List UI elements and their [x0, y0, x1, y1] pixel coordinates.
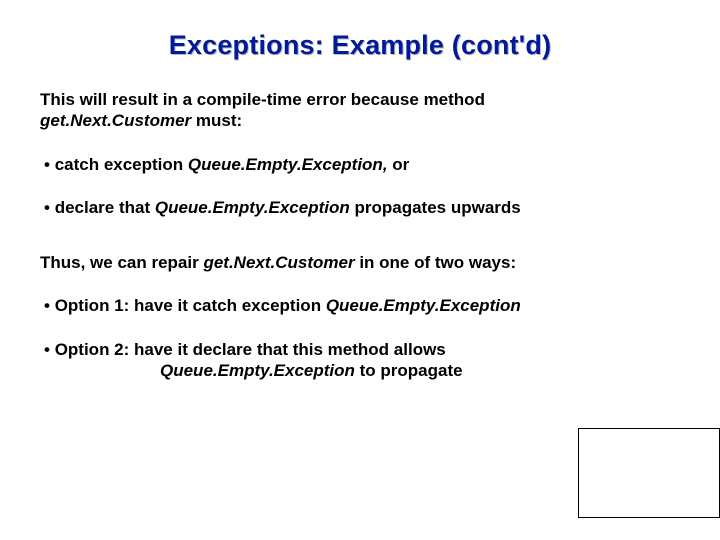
option-2: Option 2: have it declare that this meth… — [40, 339, 680, 382]
slide-title: Exceptions: Example (cont'd) — [40, 30, 680, 61]
intro-text-1: This will result in a compile-time error… — [40, 90, 485, 109]
bullet-dot-icon — [44, 155, 55, 174]
b2-post: propagates upwards — [350, 198, 521, 217]
b2-exception: Queue.Empty.Exception — [155, 198, 350, 217]
option-1: Option 1: have it catch exception Queue.… — [40, 295, 680, 316]
opt2-post: to propagate — [355, 361, 463, 380]
b1-post: or — [388, 155, 410, 174]
b1-exception: Queue.Empty.Exception, — [188, 155, 388, 174]
opt2-line1: Option 2: have it declare that this meth… — [55, 340, 446, 359]
opt2-line2-wrap: Queue.Empty.Exception to propagate — [44, 360, 463, 381]
bullet-declare: declare that Queue.Empty.Exception propa… — [40, 197, 680, 218]
b2-pre: declare that — [55, 198, 155, 217]
bullet-dot-icon — [44, 198, 55, 217]
opt1-pre: Option 1: have it catch exception — [55, 296, 326, 315]
repair-pre: Thus, we can repair — [40, 253, 203, 272]
intro-paragraph: This will result in a compile-time error… — [40, 89, 680, 132]
bullet-dot-icon — [44, 296, 55, 315]
repair-method-name: get.Next.Customer — [203, 253, 354, 272]
bullet-catch: catch exception Queue.Empty.Exception, o… — [40, 154, 680, 175]
corner-box — [578, 428, 720, 518]
repair-post: in one of two ways: — [355, 253, 517, 272]
slide: Exceptions: Example (cont'd) This will r… — [0, 0, 720, 540]
opt1-exception: Queue.Empty.Exception — [326, 296, 521, 315]
intro-method-name: get.Next.Customer — [40, 111, 191, 130]
bullet-dot-icon — [44, 340, 55, 359]
b1-pre: catch exception — [55, 155, 188, 174]
opt2-exception: Queue.Empty.Exception — [160, 361, 355, 380]
intro-text-2: must: — [191, 111, 242, 130]
repair-paragraph: Thus, we can repair get.Next.Customer in… — [40, 252, 680, 273]
